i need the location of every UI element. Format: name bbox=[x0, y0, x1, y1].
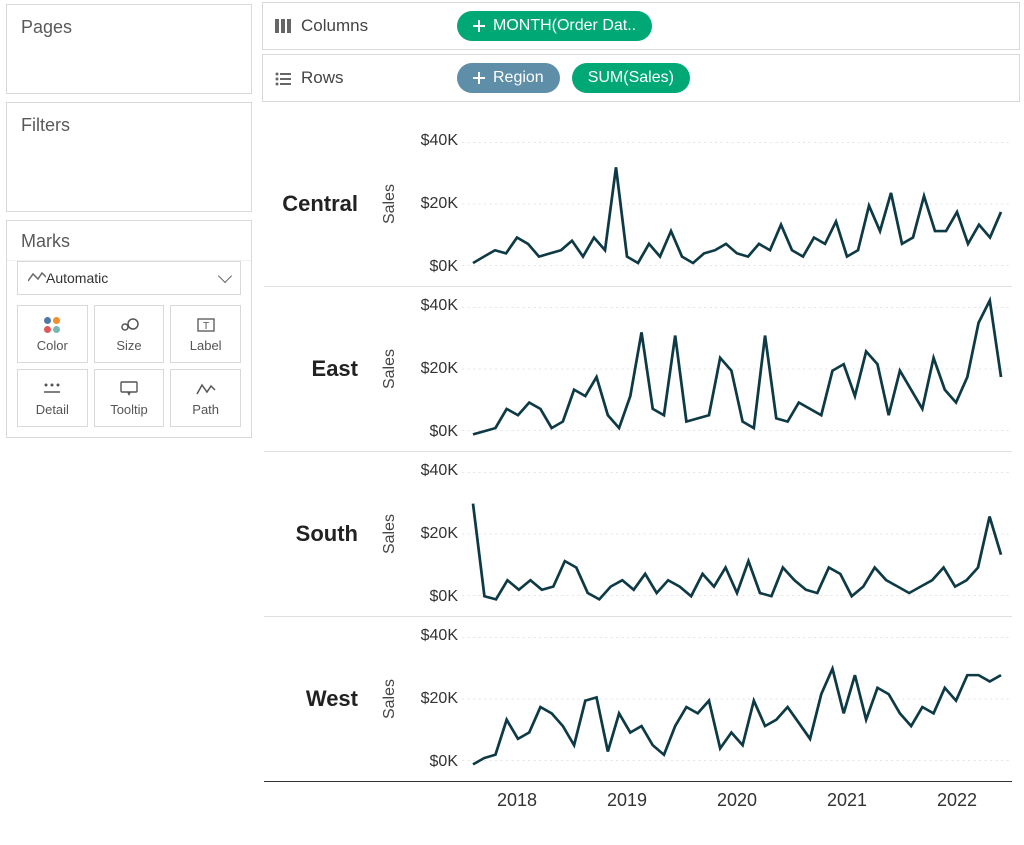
columns-icon bbox=[275, 19, 291, 33]
marks-detail-button[interactable]: Detail bbox=[17, 369, 88, 427]
marks-label-button[interactable]: T Label bbox=[170, 305, 241, 363]
y-axis-label: Sales bbox=[374, 617, 406, 781]
path-icon bbox=[195, 380, 217, 398]
line-chart[interactable] bbox=[462, 617, 1012, 781]
marks-tooltip-button[interactable]: Tooltip bbox=[94, 369, 165, 427]
rows-pill-region[interactable]: Region bbox=[457, 63, 560, 93]
columns-shelf[interactable]: Columns MONTH(Order Dat.. bbox=[262, 2, 1020, 50]
rows-icon bbox=[275, 71, 291, 85]
line-chart[interactable] bbox=[462, 287, 1012, 451]
y-ticks: $40K$20K$0K bbox=[406, 452, 462, 616]
pages-shelf[interactable]: Pages bbox=[6, 4, 252, 94]
y-axis-label: Sales bbox=[374, 287, 406, 451]
region-label: South bbox=[264, 452, 374, 616]
filters-title: Filters bbox=[7, 103, 251, 148]
size-icon bbox=[118, 316, 140, 334]
rows-pill-sales[interactable]: SUM(Sales) bbox=[572, 63, 690, 93]
chart-row-east: EastSales$40K$20K$0K bbox=[264, 287, 1012, 452]
columns-pill-month[interactable]: MONTH(Order Dat.. bbox=[457, 11, 652, 41]
mark-type-label: Automatic bbox=[46, 270, 108, 286]
x-axis: 2018 2019 2020 2021 2022 bbox=[462, 782, 1012, 811]
y-axis-label: Sales bbox=[374, 452, 406, 616]
marks-card: Marks Automatic Color Size bbox=[6, 220, 252, 438]
svg-text:T: T bbox=[203, 321, 209, 332]
chart-row-west: WestSales$40K$20K$0K bbox=[264, 617, 1012, 782]
y-ticks: $40K$20K$0K bbox=[406, 287, 462, 451]
chart-row-south: SouthSales$40K$20K$0K bbox=[264, 452, 1012, 617]
tooltip-icon bbox=[118, 380, 140, 398]
y-ticks: $40K$20K$0K bbox=[406, 617, 462, 781]
line-chart[interactable] bbox=[462, 452, 1012, 616]
region-label: West bbox=[264, 617, 374, 781]
region-label: East bbox=[264, 287, 374, 451]
marks-size-button[interactable]: Size bbox=[94, 305, 165, 363]
main-area: Columns MONTH(Order Dat.. Rows Region SU… bbox=[258, 0, 1024, 845]
sidebar: Pages Filters Marks Automatic Color bbox=[0, 0, 258, 845]
label-icon: T bbox=[195, 316, 217, 334]
line-chart[interactable] bbox=[462, 122, 1012, 286]
mark-type-dropdown[interactable]: Automatic bbox=[17, 261, 241, 295]
plus-icon bbox=[473, 72, 485, 84]
chevron-down-icon bbox=[218, 269, 232, 283]
chart-row-central: CentralSales$40K$20K$0K bbox=[264, 122, 1012, 287]
y-axis-label: Sales bbox=[374, 122, 406, 286]
rows-shelf[interactable]: Rows Region SUM(Sales) bbox=[262, 54, 1020, 102]
marks-path-button[interactable]: Path bbox=[170, 369, 241, 427]
detail-icon bbox=[41, 380, 63, 398]
marks-color-button[interactable]: Color bbox=[17, 305, 88, 363]
color-icon bbox=[41, 316, 63, 334]
marks-title: Marks bbox=[7, 221, 251, 261]
pages-title: Pages bbox=[7, 5, 251, 50]
filters-shelf[interactable]: Filters bbox=[6, 102, 252, 212]
plus-icon bbox=[473, 20, 485, 32]
line-mark-icon bbox=[28, 270, 46, 286]
y-ticks: $40K$20K$0K bbox=[406, 122, 462, 286]
region-label: Central bbox=[264, 122, 374, 286]
visualization-area: CentralSales$40K$20K$0KEastSales$40K$20K… bbox=[258, 104, 1024, 845]
